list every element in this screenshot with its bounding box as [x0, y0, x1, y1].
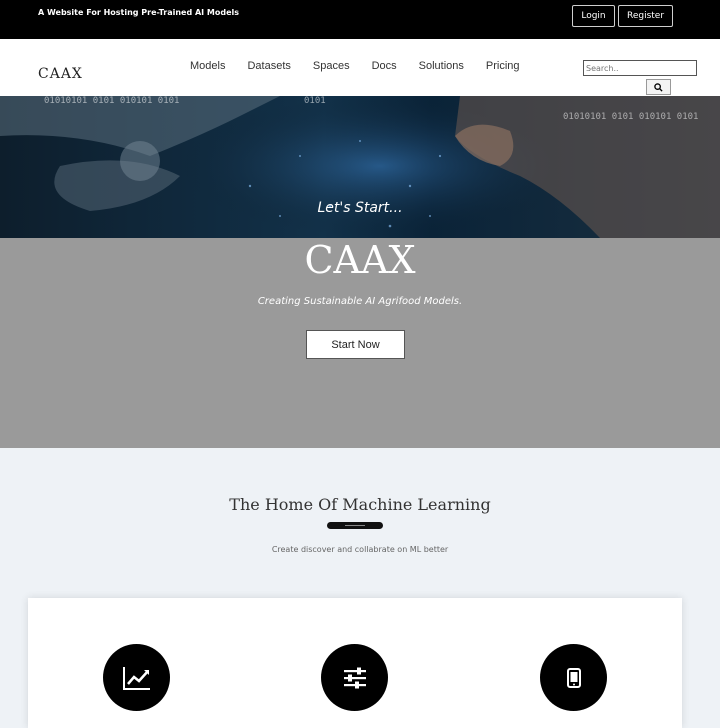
nav-link-pricing[interactable]: Pricing	[486, 60, 520, 72]
features-card	[28, 598, 682, 728]
sliders-icon	[343, 667, 366, 688]
binary-text-left: 01010101 0101 010101 0101	[44, 96, 180, 106]
hero-image: 01010101 0101 010101 0101 0101 01010101 …	[0, 96, 720, 238]
hero-slogan: Creating Sustainable AI Agrifood Models.	[257, 296, 463, 307]
feature-circle-sliders	[321, 644, 388, 711]
site-tagline: A Website For Hosting Pre-Trained AI Mod…	[38, 8, 240, 17]
binary-text-center: 0101	[304, 96, 326, 106]
hero-section: CAAX Creating Sustainable AI Agrifood Mo…	[0, 238, 720, 448]
chart-icon	[122, 666, 150, 690]
feature-circle-chart	[103, 644, 170, 711]
logo[interactable]: CAAX	[38, 66, 83, 82]
search-icon	[654, 82, 663, 92]
nav-bar: CAAX Models Datasets Spaces Docs Solutio…	[0, 39, 720, 96]
nav-link-models[interactable]: Models	[190, 60, 225, 72]
register-button[interactable]: Register	[618, 5, 673, 27]
search-button[interactable]	[646, 79, 671, 95]
section-title-underline	[327, 522, 383, 529]
nav-link-solutions[interactable]: Solutions	[419, 60, 464, 72]
nav-link-docs[interactable]: Docs	[372, 60, 397, 72]
nav-link-spaces[interactable]: Spaces	[313, 60, 350, 72]
top-bar: A Website For Hosting Pre-Trained AI Mod…	[0, 0, 720, 39]
section-title: The Home Of Machine Learning	[229, 495, 491, 514]
mobile-icon	[566, 667, 581, 688]
login-button[interactable]: Login	[572, 5, 615, 27]
nav-link-datasets[interactable]: Datasets	[247, 60, 290, 72]
search-input[interactable]	[583, 60, 697, 76]
section-subtitle: Create discover and collabrate on ML bet…	[271, 545, 449, 554]
start-now-button[interactable]: Start Now	[306, 330, 405, 359]
binary-text-right: 01010101 0101 010101 0101	[563, 112, 699, 122]
feature-circle-mobile	[540, 644, 607, 711]
nav-links: Models Datasets Spaces Docs Solutions Pr…	[190, 60, 542, 72]
hero-brand-title: CAAX	[304, 238, 416, 282]
lets-start-text: Let's Start...	[317, 200, 403, 216]
